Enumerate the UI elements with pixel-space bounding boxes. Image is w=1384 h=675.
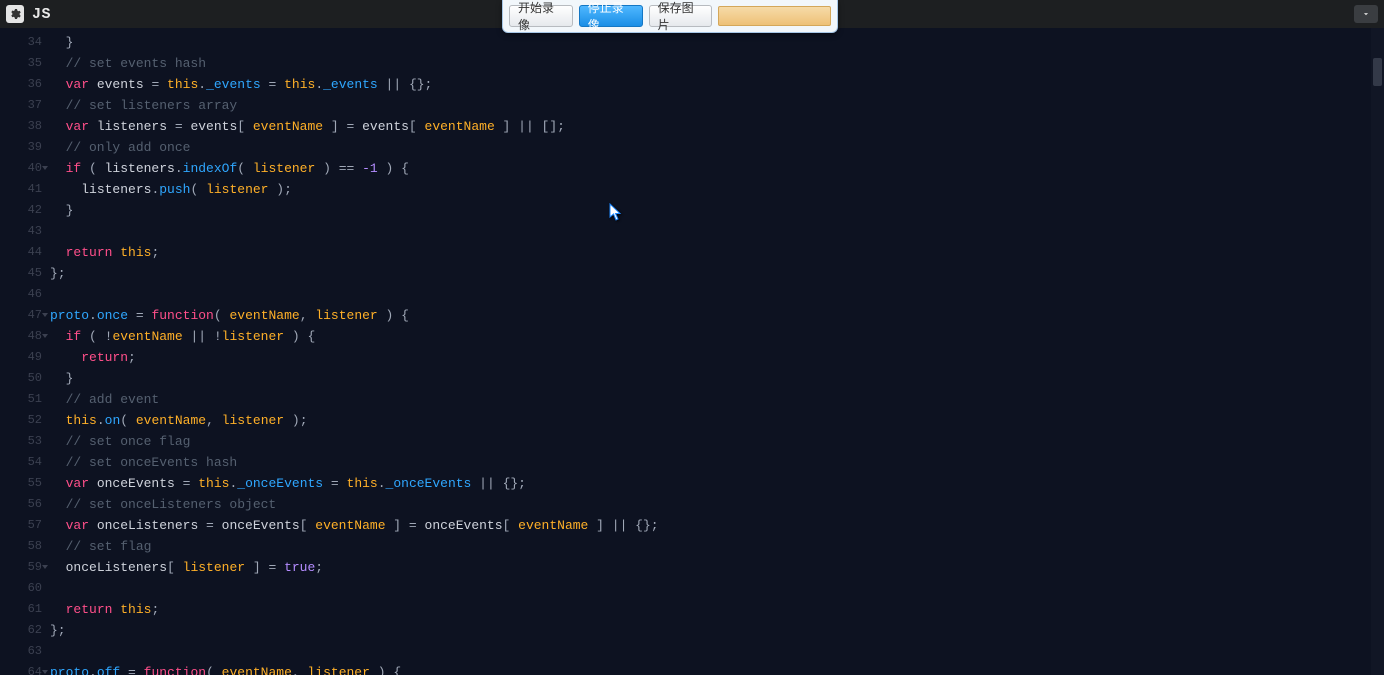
code-editor[interactable]: 3435363738394041424344454647484950515253… (0, 28, 1384, 675)
code-line[interactable]: // add event (50, 389, 1384, 410)
settings-button[interactable] (6, 5, 24, 23)
line-number: 55 (0, 473, 50, 494)
line-number: 53 (0, 431, 50, 452)
line-number: 34 (0, 32, 50, 53)
chevron-down-icon (1361, 9, 1371, 19)
line-number: 38 (0, 116, 50, 137)
code-line[interactable]: return this; (50, 242, 1384, 263)
code-line[interactable]: listeners.push( listener ); (50, 179, 1384, 200)
scrollbar-track[interactable] (1371, 28, 1384, 675)
recording-preview (718, 6, 831, 26)
line-number: 41 (0, 179, 50, 200)
code-line[interactable]: var onceListeners = onceEvents[ eventNam… (50, 515, 1384, 536)
code-line[interactable]: return; (50, 347, 1384, 368)
language-label: JS (32, 6, 51, 23)
line-number: 57 (0, 515, 50, 536)
code-line[interactable]: proto.once = function( eventName, listen… (50, 305, 1384, 326)
code-content[interactable]: } // set events hash var events = this._… (50, 28, 1384, 675)
line-number: 43 (0, 221, 50, 242)
code-line[interactable]: onceListeners[ listener ] = true; (50, 557, 1384, 578)
code-line[interactable]: // set once flag (50, 431, 1384, 452)
line-number: 40 (0, 158, 50, 179)
code-line[interactable]: }; (50, 263, 1384, 284)
line-number: 48 (0, 326, 50, 347)
code-line[interactable]: var onceEvents = this._onceEvents = this… (50, 473, 1384, 494)
screen-recorder-toolbar: 开始录像 停止录像 保存图片 (502, 0, 838, 33)
code-line[interactable]: // set onceListeners object (50, 494, 1384, 515)
code-line[interactable] (50, 641, 1384, 662)
start-recording-button[interactable]: 开始录像 (509, 5, 573, 27)
stop-recording-button[interactable]: 停止录像 (579, 5, 643, 27)
line-number-gutter: 3435363738394041424344454647484950515253… (0, 28, 50, 675)
line-number: 39 (0, 137, 50, 158)
line-number: 44 (0, 242, 50, 263)
line-number: 58 (0, 536, 50, 557)
line-number: 62 (0, 620, 50, 641)
line-number: 51 (0, 389, 50, 410)
line-number: 45 (0, 263, 50, 284)
code-line[interactable]: if ( !eventName || !listener ) { (50, 326, 1384, 347)
line-number: 56 (0, 494, 50, 515)
line-number: 50 (0, 368, 50, 389)
code-line[interactable]: }; (50, 620, 1384, 641)
code-line[interactable] (50, 284, 1384, 305)
code-line[interactable]: var events = this._events = this._events… (50, 74, 1384, 95)
save-image-button[interactable]: 保存图片 (649, 5, 713, 27)
panel-collapse-button[interactable] (1354, 5, 1378, 23)
code-line[interactable] (50, 221, 1384, 242)
code-line[interactable]: // set flag (50, 536, 1384, 557)
code-line[interactable]: if ( listeners.indexOf( listener ) == -1… (50, 158, 1384, 179)
line-number: 42 (0, 200, 50, 221)
line-number: 49 (0, 347, 50, 368)
code-line[interactable]: // only add once (50, 137, 1384, 158)
code-line[interactable]: var listeners = events[ eventName ] = ev… (50, 116, 1384, 137)
line-number: 37 (0, 95, 50, 116)
line-number: 47 (0, 305, 50, 326)
line-number: 52 (0, 410, 50, 431)
scrollbar-thumb[interactable] (1373, 58, 1382, 86)
code-line[interactable]: // set events hash (50, 53, 1384, 74)
code-line[interactable]: // set onceEvents hash (50, 452, 1384, 473)
code-line[interactable]: } (50, 200, 1384, 221)
line-number: 46 (0, 284, 50, 305)
code-line[interactable]: } (50, 368, 1384, 389)
line-number: 36 (0, 74, 50, 95)
code-line[interactable] (50, 578, 1384, 599)
code-line[interactable]: proto.off = function( eventName, listene… (50, 662, 1384, 675)
line-number: 59 (0, 557, 50, 578)
line-number: 35 (0, 53, 50, 74)
code-line[interactable]: this.on( eventName, listener ); (50, 410, 1384, 431)
line-number: 64 (0, 662, 50, 675)
line-number: 61 (0, 599, 50, 620)
code-line[interactable]: return this; (50, 599, 1384, 620)
line-number: 63 (0, 641, 50, 662)
code-line[interactable]: } (50, 32, 1384, 53)
line-number: 54 (0, 452, 50, 473)
gear-icon (9, 8, 21, 20)
code-line[interactable]: // set listeners array (50, 95, 1384, 116)
line-number: 60 (0, 578, 50, 599)
